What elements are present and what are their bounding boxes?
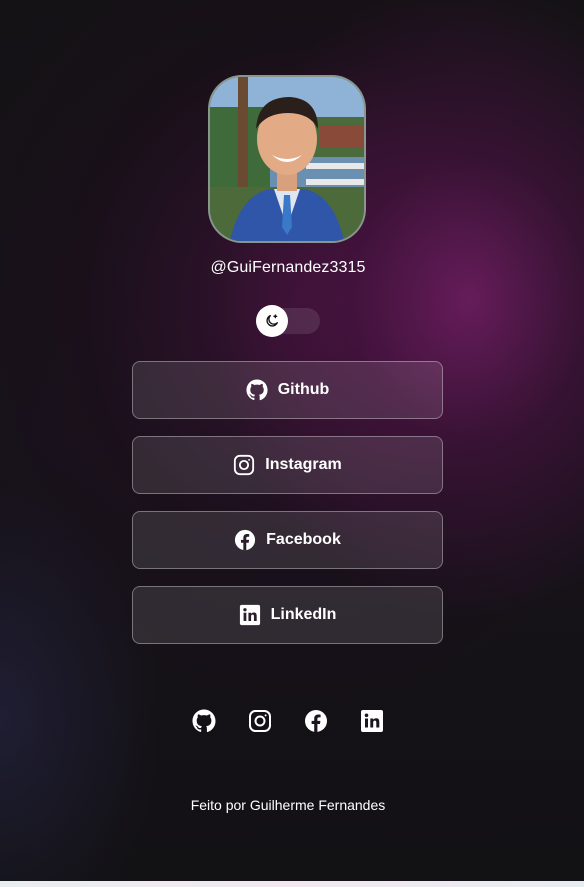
instagram-link-label: Instagram bbox=[265, 456, 342, 473]
footer-credit: Feito por Guilherme Fernandes bbox=[190, 797, 386, 813]
linkedin-icon[interactable] bbox=[360, 709, 384, 733]
linkedin-link-label: LinkedIn bbox=[270, 606, 337, 623]
instagram-link-button[interactable]: Instagram bbox=[132, 436, 443, 494]
instagram-icon bbox=[233, 454, 255, 476]
github-icon[interactable] bbox=[192, 709, 216, 733]
profile-card: @GuiFernandez3315 Github Instagram Faceb… bbox=[0, 0, 584, 887]
linkedin-link-button[interactable]: LinkedIn bbox=[132, 586, 443, 644]
github-link-button[interactable]: Github bbox=[132, 361, 443, 419]
avatar bbox=[208, 75, 366, 243]
facebook-icon[interactable] bbox=[304, 709, 328, 733]
facebook-link-button[interactable]: Facebook bbox=[132, 511, 443, 569]
linkedin-icon bbox=[239, 604, 261, 626]
theme-toggle[interactable] bbox=[256, 305, 320, 337]
social-icons-row bbox=[192, 709, 384, 733]
toggle-knob[interactable] bbox=[256, 305, 288, 337]
facebook-icon bbox=[234, 529, 256, 551]
username: @GuiFernandez3315 bbox=[210, 259, 366, 276]
instagram-icon[interactable] bbox=[248, 709, 272, 733]
moon-icon bbox=[264, 313, 280, 329]
github-link-label: Github bbox=[277, 381, 330, 398]
github-icon bbox=[246, 379, 268, 401]
facebook-link-label: Facebook bbox=[266, 531, 341, 548]
